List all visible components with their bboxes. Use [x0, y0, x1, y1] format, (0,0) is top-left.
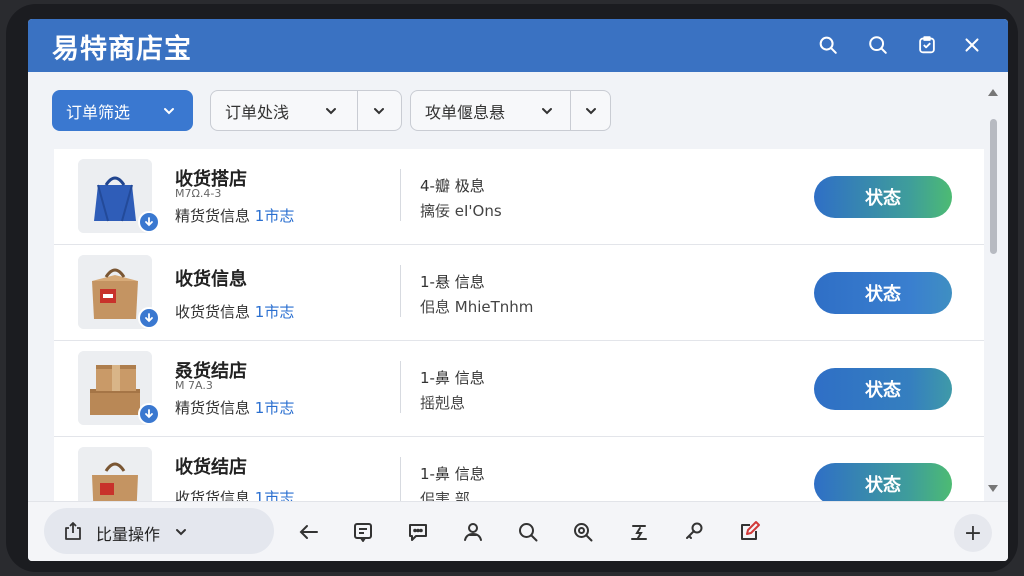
users-icon[interactable]: [460, 519, 486, 545]
order-view-dropdown[interactable]: 订单处浅: [210, 90, 402, 131]
device-frame: 易特商店宝 订单筛选 订单处浅 攻单偃息悬 收货搭店 M7Ω.4-3 精货货信息…: [6, 4, 1018, 572]
product-thumbnail: [78, 447, 152, 501]
app-window: 易特商店宝 订单筛选 订单处浅 攻单偃息悬 收货搭店 M7Ω.4-3 精货货信息…: [28, 19, 1008, 561]
chevron-down-icon: [326, 108, 336, 115]
order-code: M 7A.3: [175, 379, 213, 392]
chevron-down-icon: [164, 108, 174, 115]
clipboard-icon[interactable]: [913, 31, 941, 59]
order-info-primary: 1-鼻 信息: [420, 465, 485, 483]
order-code: M7Ω.4-3: [175, 187, 222, 200]
dropdown-divider: [357, 91, 358, 130]
download-icon: [138, 211, 160, 233]
order-info-primary: 4-瓣 极息: [420, 177, 485, 195]
title-bar: 易特商店宝: [28, 19, 1008, 72]
order-info-secondary: 摇剋息: [420, 394, 466, 412]
order-sub-info: 精货货信息 1市志: [175, 205, 294, 226]
sub-link[interactable]: 1市志: [255, 489, 295, 501]
back-arrow-icon[interactable]: [296, 519, 322, 545]
order-view-label: 订单处浅: [225, 102, 290, 122]
status-button[interactable]: 状态: [814, 368, 952, 410]
chevron-down-icon[interactable]: [584, 104, 598, 118]
status-button[interactable]: 状态: [814, 272, 952, 314]
scroll-up-arrow-icon[interactable]: [988, 89, 998, 96]
order-sub-info: 收货货信息 1市志: [175, 487, 294, 501]
order-info-dropdown[interactable]: 攻单偃息悬: [410, 90, 611, 131]
column-divider: [400, 265, 401, 317]
sub-link[interactable]: 1市志: [255, 303, 295, 321]
dropdown-divider: [570, 91, 571, 130]
sub-text: 精货货信息: [175, 399, 251, 417]
order-filter-label: 订单筛选: [66, 102, 131, 122]
download-icon: [138, 403, 160, 425]
order-info-secondary: 佀害 部: [420, 490, 470, 501]
sub-text: 收货货信息: [175, 303, 251, 321]
store-name: 收货结店: [175, 457, 247, 478]
order-info-label: 攻单偃息悬: [425, 102, 506, 122]
share-box-icon: [65, 522, 81, 540]
order-filter-dropdown[interactable]: 订单筛选: [52, 90, 193, 131]
status-button[interactable]: 状态: [814, 463, 952, 501]
filter-bar: 订单筛选 订单处浅 攻单偃息悬: [28, 72, 1008, 146]
chevron-down-icon: [176, 529, 186, 536]
key-icon[interactable]: [681, 519, 707, 545]
list-item[interactable]: 收货结店 收货货信息 1市志 1-鼻 信息 佀害 部 状态: [54, 437, 984, 501]
zoom-search-icon[interactable]: [864, 31, 892, 59]
bottom-toolbar: 比量操作 +: [28, 501, 1008, 561]
close-icon[interactable]: [958, 31, 986, 59]
status-button[interactable]: 状态: [814, 176, 952, 218]
sub-link[interactable]: 1市志: [255, 399, 295, 417]
scroll-thumb[interactable]: [990, 119, 997, 254]
sub-text: 收货货信息: [175, 489, 251, 501]
order-info-secondary: 摛佞 eI'Ons: [420, 202, 502, 220]
zoom-in-icon[interactable]: [570, 519, 596, 545]
search-icon[interactable]: [515, 519, 541, 545]
download-icon: [138, 307, 160, 329]
column-divider: [400, 361, 401, 413]
bulk-actions-label: 比量操作: [96, 525, 161, 544]
chevron-down-icon[interactable]: [372, 104, 386, 118]
add-button[interactable]: +: [954, 514, 992, 552]
store-name: 收货信息: [175, 269, 247, 290]
flash-icon[interactable]: [626, 519, 652, 545]
chevron-down-icon: [542, 108, 552, 115]
column-divider: [400, 457, 401, 501]
list-item[interactable]: 收货搭店 M7Ω.4-3 精货货信息 1市志 4-瓣 极息 摛佞 eI'Ons …: [54, 149, 984, 245]
sub-link[interactable]: 1市志: [255, 207, 295, 225]
search-icon[interactable]: [814, 31, 842, 59]
chat-icon[interactable]: [405, 519, 431, 545]
order-sub-info: 收货货信息 1市志: [175, 301, 294, 322]
order-info-secondary: 佀息 MhieTnhm: [420, 298, 534, 316]
column-divider: [400, 169, 401, 221]
order-info-primary: 1-鼻 信息: [420, 369, 485, 387]
scrollbar[interactable]: [986, 89, 1000, 497]
sub-text: 精货货信息: [175, 207, 251, 225]
order-sub-info: 精货货信息 1市志: [175, 397, 294, 418]
note-icon[interactable]: [350, 519, 376, 545]
app-title: 易特商店宝: [52, 34, 192, 65]
order-list: 收货搭店 M7Ω.4-3 精货货信息 1市志 4-瓣 极息 摛佞 eI'Ons …: [54, 149, 984, 501]
scroll-down-arrow-icon[interactable]: [988, 485, 998, 492]
order-info-primary: 1-悬 信息: [420, 273, 485, 291]
bulk-actions-button[interactable]: 比量操作: [44, 508, 274, 554]
list-item[interactable]: 叒货结店 M 7A.3 精货货信息 1市志 1-鼻 信息 摇剋息 状态: [54, 341, 984, 437]
edit-icon[interactable]: [736, 519, 762, 545]
list-item[interactable]: 收货信息 收货货信息 1市志 1-悬 信息 佀息 MhieTnhm 状态: [54, 245, 984, 341]
